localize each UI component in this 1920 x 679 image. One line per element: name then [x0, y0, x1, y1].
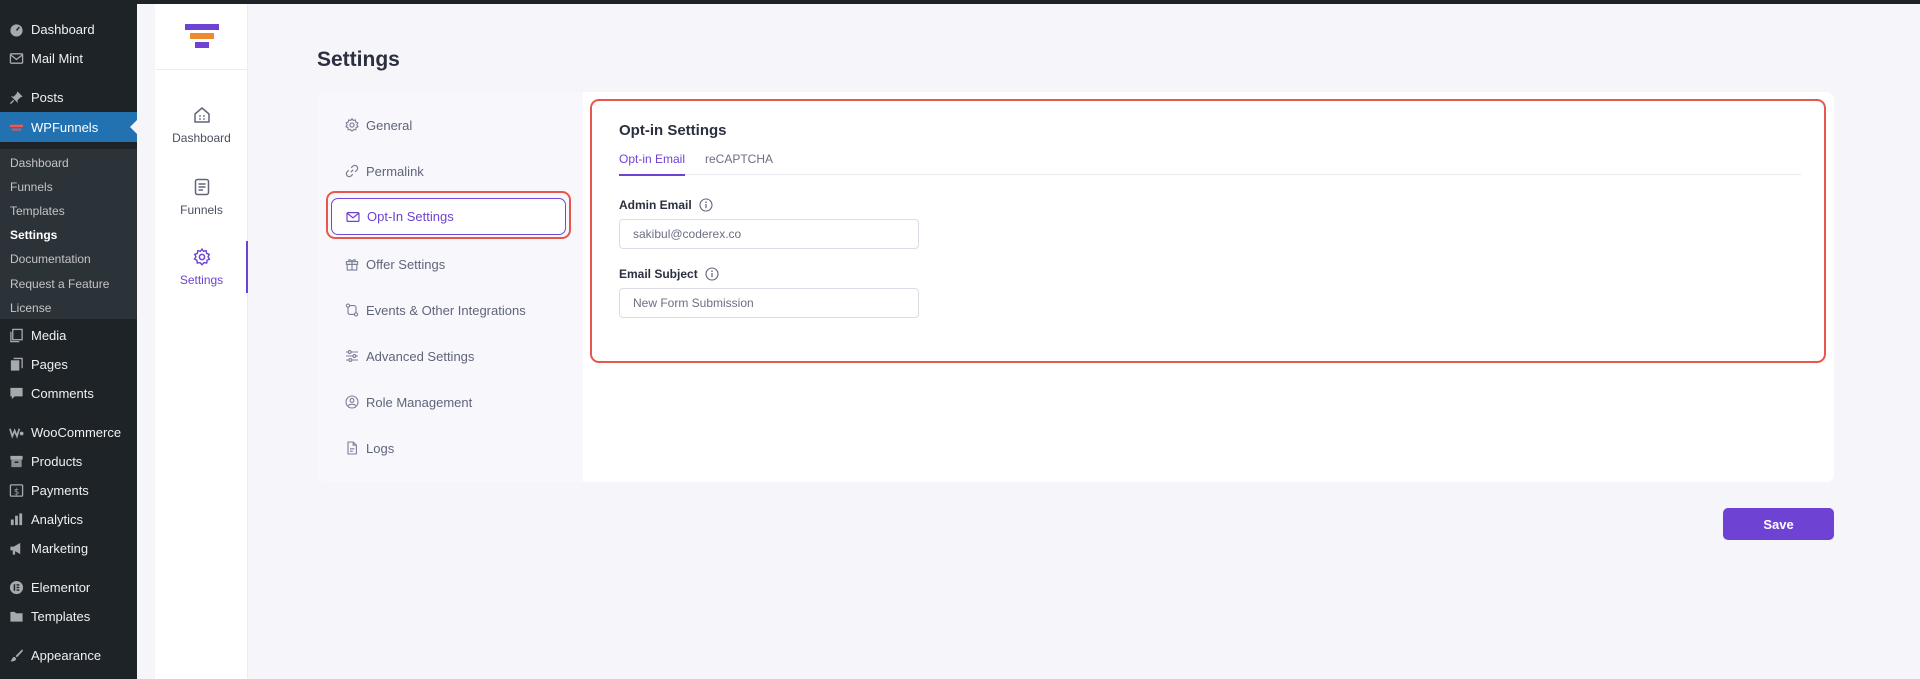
- opt-in-tabs: Opt-in Email reCAPTCHA: [619, 149, 1801, 176]
- settings-nav-offer[interactable]: Offer Settings: [344, 244, 445, 284]
- wp-submenu-license[interactable]: License: [10, 298, 51, 318]
- email-subject-input[interactable]: [619, 288, 919, 318]
- panel-title: Opt-in Settings: [619, 122, 727, 139]
- settings-nav-role-management[interactable]: Role Management: [344, 382, 472, 422]
- settings-card: General Permalink Opt-In Settings Offer …: [317, 92, 1834, 482]
- settings-nav-opt-in[interactable]: Opt-In Settings: [331, 198, 566, 235]
- wp-menu-pages[interactable]: Pages: [0, 351, 137, 377]
- wp-admin-menu: Dashboard Mail Mint Posts WPFunnels Dash…: [0, 4, 137, 679]
- products-icon: [8, 453, 24, 469]
- funnels-icon: [194, 178, 209, 196]
- payments-icon: $: [8, 482, 24, 498]
- gear-icon: [345, 118, 359, 132]
- user-gear-icon: [345, 395, 359, 409]
- wp-menu-woocommerce[interactable]: WooCommerce: [0, 419, 137, 445]
- settings-nav-integrations[interactable]: Events & Other Integrations: [344, 290, 526, 330]
- media-icon: [8, 327, 24, 343]
- settings-nav-general[interactable]: General: [344, 105, 412, 145]
- elementor-icon: [8, 579, 24, 595]
- page-title: Settings: [317, 48, 400, 71]
- file-icon: [347, 441, 357, 455]
- wp-menu-payments[interactable]: $ Payments: [0, 477, 137, 503]
- brush-icon: [8, 647, 24, 663]
- rail-active-indicator: [246, 241, 248, 293]
- admin-email-input[interactable]: [619, 219, 919, 249]
- analytics-icon: [8, 511, 24, 527]
- wp-menu-marketing[interactable]: Marketing: [0, 535, 137, 561]
- wp-submenu-templates[interactable]: Templates: [10, 201, 65, 221]
- funnel-logo-icon: [184, 23, 219, 48]
- gift-icon: [345, 259, 359, 271]
- email-subject-label: Email Subject: [619, 267, 719, 281]
- plugin-rail: Dashboard Funnels Settings: [155, 4, 248, 679]
- woo-icon: [8, 424, 24, 440]
- dashboard-icon: [8, 21, 24, 37]
- tab-recaptcha[interactable]: reCAPTCHA: [705, 152, 773, 174]
- mail-icon: [346, 211, 360, 222]
- wp-submenu-documentation[interactable]: Documentation: [10, 249, 91, 269]
- wp-submenu-funnels[interactable]: Funnels: [10, 177, 53, 197]
- wp-submenu-settings[interactable]: Settings: [10, 225, 57, 245]
- wp-submenu-dashboard[interactable]: Dashboard: [10, 153, 69, 173]
- wp-submenu-request-feature[interactable]: Request a Feature: [10, 274, 109, 294]
- integration-icon: [345, 303, 359, 317]
- svg-text:$: $: [13, 486, 18, 496]
- wp-menu-elementor[interactable]: Elementor: [0, 574, 137, 600]
- tab-opt-in-email[interactable]: Opt-in Email: [619, 152, 686, 176]
- admin-topbar: [0, 0, 1920, 4]
- wp-menu-wpfunnels[interactable]: WPFunnels: [0, 112, 137, 142]
- wp-menu-dashboard[interactable]: Dashboard: [0, 16, 137, 42]
- sliders-icon: [346, 350, 358, 362]
- rail-dashboard[interactable]: Dashboard: [155, 105, 248, 145]
- info-icon[interactable]: [699, 198, 713, 212]
- comments-icon: [8, 385, 24, 401]
- settings-nav-advanced[interactable]: Advanced Settings: [344, 336, 474, 376]
- pin-icon: [8, 89, 24, 105]
- settings-nav-permalink[interactable]: Permalink: [344, 151, 424, 191]
- wp-menu-mail-mint[interactable]: Mail Mint: [0, 45, 137, 71]
- settings-nav: General Permalink Opt-In Settings Offer …: [317, 92, 583, 482]
- info-icon[interactable]: [705, 267, 719, 281]
- save-button[interactable]: Save: [1723, 508, 1834, 540]
- wp-menu-products[interactable]: Products: [0, 448, 137, 474]
- wp-menu-media[interactable]: Media: [0, 322, 137, 348]
- wp-menu-posts[interactable]: Posts: [0, 84, 137, 110]
- folder-icon: [8, 608, 24, 624]
- wpfunnels-logo: [155, 4, 248, 70]
- rail-funnels[interactable]: Funnels: [155, 177, 248, 217]
- wp-menu-analytics[interactable]: Analytics: [0, 506, 137, 532]
- megaphone-icon: [8, 540, 24, 556]
- wp-submenu-wpfunnels: Dashboard Funnels Templates Settings Doc…: [0, 149, 137, 319]
- pages-icon: [8, 356, 24, 372]
- wp-menu-templates[interactable]: Templates: [0, 603, 137, 629]
- wp-menu-comments[interactable]: Comments: [0, 380, 137, 406]
- mail-icon: [8, 50, 24, 66]
- wp-menu-appearance[interactable]: Appearance: [0, 642, 137, 668]
- opt-in-settings-panel: Opt-in Settings Opt-in Email reCAPTCHA A…: [590, 99, 1826, 363]
- admin-email-label: Admin Email: [619, 198, 713, 212]
- gear-icon: [193, 248, 210, 266]
- link-icon: [345, 164, 359, 178]
- funnel-icon: [8, 119, 24, 135]
- settings-nav-logs[interactable]: Logs: [344, 428, 394, 468]
- dashboard-icon: [193, 107, 210, 123]
- rail-settings[interactable]: Settings: [155, 247, 248, 287]
